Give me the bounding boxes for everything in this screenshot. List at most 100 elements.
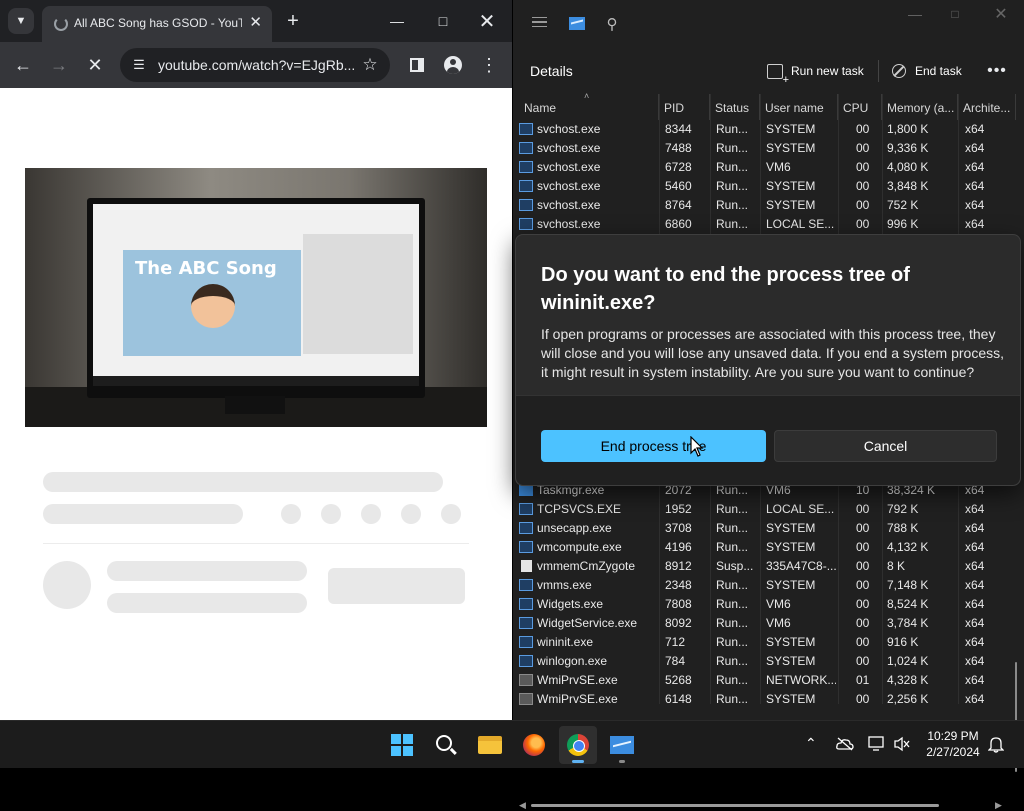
app-window-icon <box>519 636 533 648</box>
star-icon[interactable]: ☆ <box>358 53 382 77</box>
chrome-tab-strip: ▼ All ABC Song has GSOD - YouTube ✕ + — … <box>0 0 512 42</box>
cell-architecture: x64 <box>965 502 985 516</box>
window-close-icon[interactable]: ✕ <box>474 8 500 34</box>
profile-icon[interactable] <box>440 52 466 78</box>
table-row[interactable]: WidgetService.exe 8092 Run... VM6 00 3,784 Kx… <box>513 614 1013 633</box>
start-button[interactable] <box>383 726 421 764</box>
column-header-pid[interactable]: PID <box>659 94 710 120</box>
run-new-task-button[interactable]: Run new task <box>767 60 864 85</box>
table-row[interactable]: Widgets.exe 7808 Run... VM6 00 8,524 Kx64 <box>513 595 1013 614</box>
volume-icon[interactable] <box>893 736 911 752</box>
end-process-tree-button[interactable]: End process tree <box>541 430 766 462</box>
app-window-icon <box>519 142 533 154</box>
more-vert-icon[interactable]: ⋮ <box>476 52 502 78</box>
windows-start-icon <box>391 734 413 756</box>
app-window-icon <box>519 180 533 192</box>
search-icon <box>436 735 452 751</box>
stop-icon[interactable]: ✕ <box>82 52 108 78</box>
cell-architecture: x64 <box>965 559 985 573</box>
table-row[interactable]: vmcompute.exe 4196 Run... SYSTEM 00 4,132 Kx6… <box>513 538 1013 557</box>
table-row[interactable]: svchost.exe 5460 Run... SYSTEM 00 3,848 Kx64 <box>513 177 1013 196</box>
scrollbar-thumb[interactable] <box>531 804 939 807</box>
running-indicator <box>572 760 584 763</box>
chevron-up-icon[interactable]: ⌃ <box>805 735 817 752</box>
minimize-icon[interactable]: — <box>384 8 410 34</box>
network-icon[interactable] <box>868 736 886 752</box>
side-panel-icon[interactable] <box>404 52 430 78</box>
scroll-right-icon[interactable]: ▶ <box>995 800 1002 811</box>
table-row[interactable]: svchost.exe 6860 Run... LOCAL SE... 00 996 Kx… <box>513 215 1013 234</box>
cell-name: svchost.exe <box>537 141 601 155</box>
taskbar-search-button[interactable] <box>427 726 465 764</box>
table-row[interactable]: unsecapp.exe 3708 Run... SYSTEM 00 788 Kx64 <box>513 519 1013 538</box>
cell-pid: 8912 <box>665 559 692 573</box>
cell-pid: 6728 <box>665 160 692 174</box>
app-window-icon <box>519 123 533 135</box>
cell-status: Run... <box>716 217 749 231</box>
video-monitor: The ABC Song <box>87 198 425 398</box>
taskbar-chrome[interactable] <box>559 726 597 764</box>
taskbar-task-manager[interactable] <box>603 726 641 764</box>
taskbar-firefox[interactable] <box>515 726 553 764</box>
cell-name: svchost.exe <box>537 179 601 193</box>
tab-list-icon[interactable]: ▼ <box>8 8 34 34</box>
cell-pid: 6148 <box>665 692 692 706</box>
cell-user-name: SYSTEM <box>766 540 816 554</box>
horizontal-scrollbar[interactable]: ◀ ▶ <box>519 800 1015 810</box>
app-window-icon <box>519 598 533 610</box>
maximize-icon[interactable]: □ <box>945 4 965 24</box>
end-task-button[interactable]: End task <box>892 60 962 82</box>
table-row[interactable]: svchost.exe 8764 Run... SYSTEM 00 752 Kx64 <box>513 196 1013 215</box>
cell-status: Run... <box>716 654 749 668</box>
minimize-icon[interactable]: — <box>905 4 925 24</box>
cell-name: vmms.exe <box>537 578 592 592</box>
maximize-icon[interactable]: □ <box>430 8 456 34</box>
back-arrow-icon[interactable]: ← <box>10 52 36 78</box>
task-manager-icon <box>610 736 634 754</box>
table-row[interactable]: TCPSVCS.EXE 1952 Run... LOCAL SE... 00 792 Kx… <box>513 500 1013 519</box>
column-header-user-name[interactable]: User name <box>760 94 838 120</box>
table-row[interactable]: vmmemCmZygote 8912 Susp... 335A47C8-... 00 8 … <box>513 557 1013 576</box>
cell-architecture: x64 <box>965 616 985 630</box>
tab-close-icon[interactable]: ✕ <box>249 13 262 31</box>
site-info-icon[interactable]: ☰ <box>128 54 150 76</box>
more-horiz-icon[interactable]: ••• <box>985 60 1009 82</box>
table-row[interactable]: winlogon.exe 784 Run... SYSTEM 00 1,024 Kx64 <box>513 652 1013 671</box>
cell-status: Run... <box>716 122 749 136</box>
column-header-status[interactable]: Status <box>710 94 760 120</box>
url-text[interactable]: youtube.com/watch?v=EJgRb... <box>158 57 355 73</box>
cell-status: Run... <box>716 578 749 592</box>
cell-name: Widgets.exe <box>537 597 604 611</box>
running-indicator <box>619 760 625 763</box>
column-header-architecture[interactable]: Archite... <box>958 94 1016 120</box>
window-close-icon[interactable]: ✕ <box>991 4 1011 24</box>
table-row[interactable]: WmiPrvSE.exe 5268 Run... NETWORK... 01 4,328 … <box>513 671 1013 690</box>
table-row[interactable]: svchost.exe 8344 Run... SYSTEM 00 1,800 Kx64 <box>513 120 1013 139</box>
app-window-icon <box>519 522 533 534</box>
video-player[interactable]: The ABC Song <box>25 168 487 427</box>
onedrive-icon[interactable] <box>836 737 854 751</box>
table-row[interactable]: WmiPrvSE.exe 6148 Run... SYSTEM 00 2,256 Kx64 <box>513 690 1013 709</box>
table-row[interactable]: vmms.exe 2348 Run... SYSTEM 00 7,148 Kx64 <box>513 576 1013 595</box>
hamburger-icon[interactable] <box>529 12 549 32</box>
table-row[interactable]: svchost.exe 7488 Run... SYSTEM 00 9,336 Kx64 <box>513 139 1013 158</box>
taskbar-clock[interactable]: 10:29 PM 2/27/2024 <box>918 728 988 760</box>
taskbar-explorer[interactable] <box>471 726 509 764</box>
forward-arrow-icon[interactable]: → <box>46 52 72 78</box>
cancel-button[interactable]: Cancel <box>774 430 997 462</box>
new-tab-icon[interactable]: + <box>282 10 304 32</box>
video-monitor-screen: The ABC Song <box>93 204 419 386</box>
browser-tab[interactable]: All ABC Song has GSOD - YouTube ✕ <box>42 6 272 42</box>
bell-icon[interactable] <box>988 735 1004 753</box>
column-header-cpu[interactable]: CPU <box>838 94 882 120</box>
cell-status: Run... <box>716 179 749 193</box>
cell-name: vmcompute.exe <box>537 540 622 554</box>
address-bar[interactable]: ☰ youtube.com/watch?v=EJgRb... ☆ <box>120 48 390 82</box>
column-header-memory[interactable]: Memory (a... <box>882 94 958 120</box>
cell-architecture: x64 <box>965 160 985 174</box>
table-row[interactable]: wininit.exe 712 Run... SYSTEM 00 916 Kx64 <box>513 633 1013 652</box>
scroll-left-icon[interactable]: ◀ <box>519 800 526 811</box>
table-row[interactable]: svchost.exe 6728 Run... VM6 00 4,080 Kx64 <box>513 158 1013 177</box>
cell-architecture: x64 <box>965 692 985 706</box>
search-icon[interactable]: ⚲ <box>602 14 622 34</box>
